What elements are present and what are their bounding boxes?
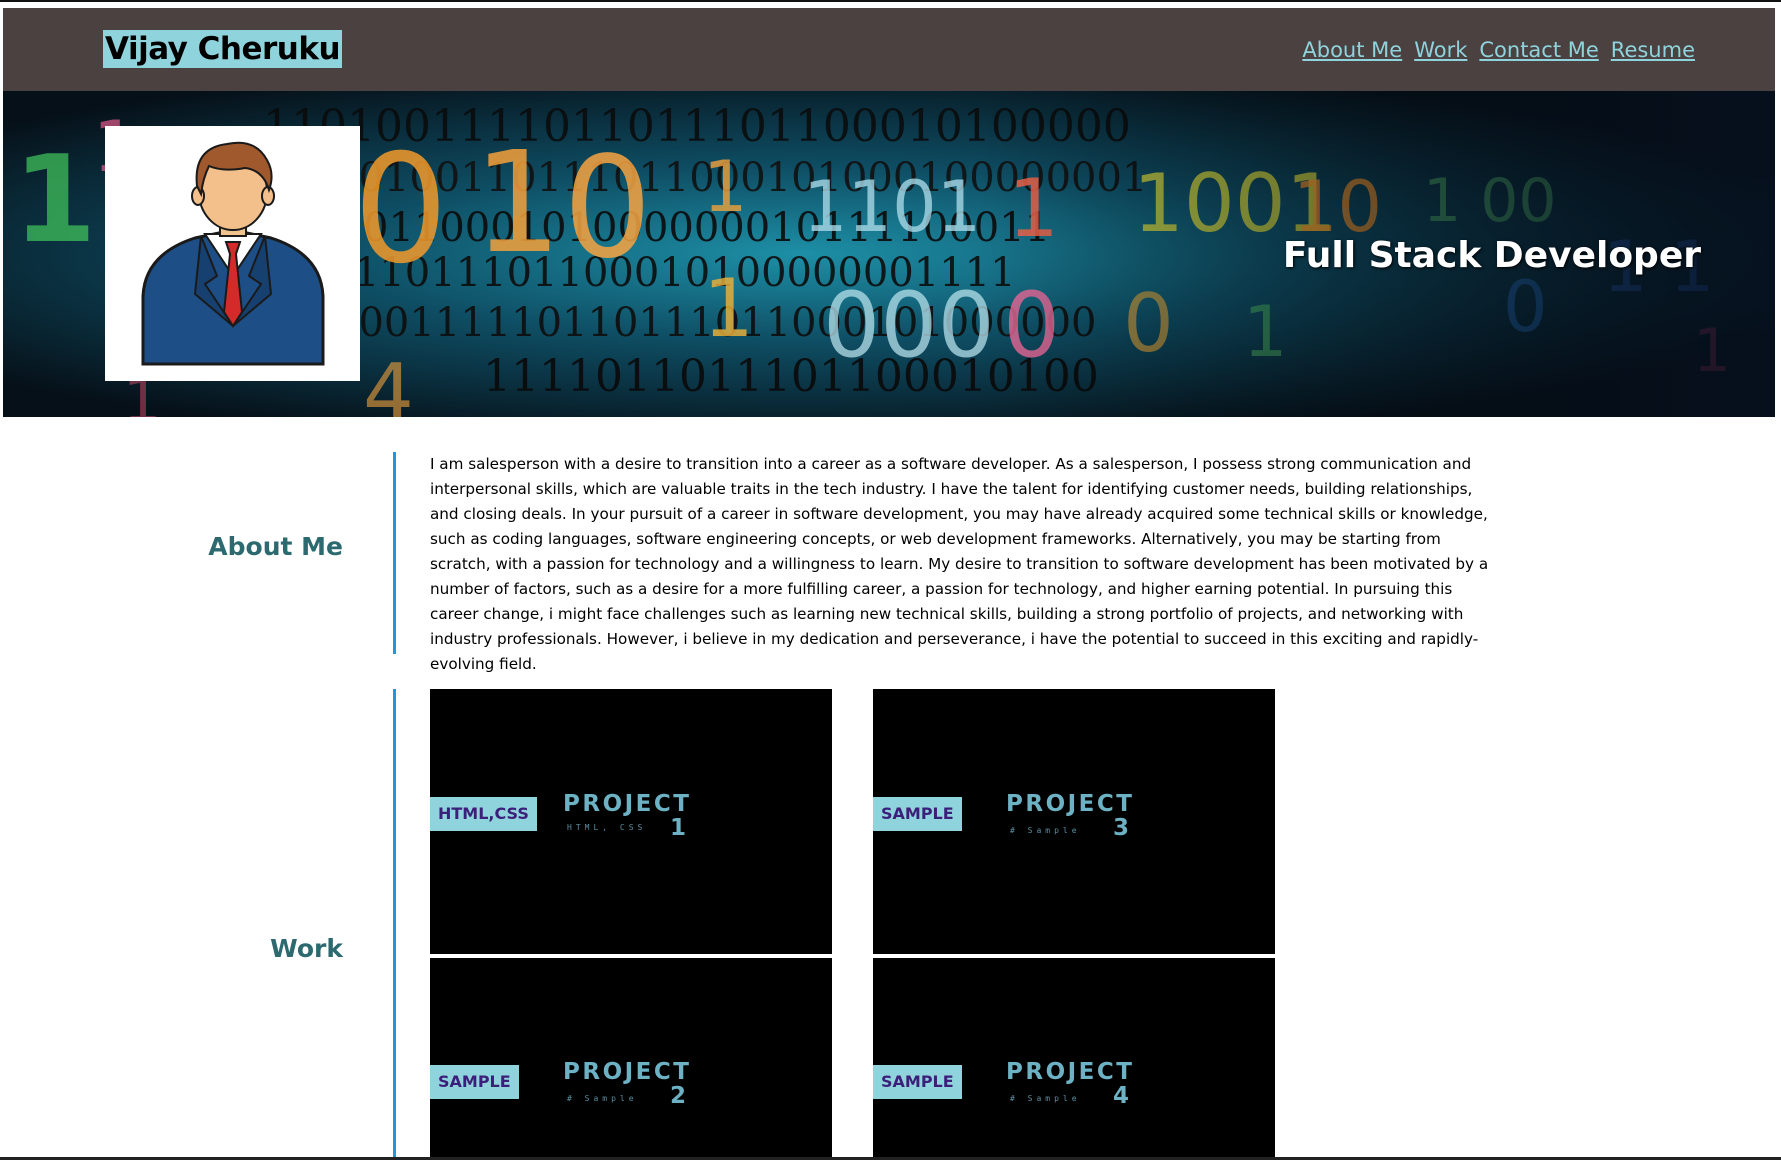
project-tag: HTML,CSS: [430, 797, 537, 831]
project-tag: SAMPLE: [873, 1065, 962, 1099]
project-subtitle: # Sample: [567, 1094, 638, 1103]
project-number: 1: [670, 815, 687, 841]
about-text: I am salesperson with a desire to transi…: [430, 455, 1489, 673]
nav-link-contact-me[interactable]: Contact Me: [1479, 35, 1598, 65]
project-subtitle: # Sample: [1010, 826, 1081, 835]
project-word: PROJECT: [563, 791, 692, 817]
work-divider: [393, 689, 396, 1158]
page: Vijay Cheruku About Me Work Contact Me R…: [3, 8, 1775, 1158]
hero-title: Full Stack Developer: [1282, 235, 1701, 276]
profile-avatar: [105, 126, 360, 381]
project-number: 2: [670, 1083, 687, 1109]
window-top-border: [0, 0, 1781, 2]
about-heading: About Me: [208, 532, 343, 561]
project-subtitle: # Sample: [1010, 1094, 1081, 1103]
project-number: 4: [1113, 1083, 1130, 1109]
project-card-1[interactable]: HTML,CSS PROJECT HTML, CSS 1: [430, 689, 832, 954]
project-word: PROJECT: [563, 1059, 692, 1085]
project-word: PROJECT: [1006, 1059, 1135, 1085]
project-card-4[interactable]: SAMPLE PROJECT # Sample 4: [873, 958, 1275, 1158]
project-tag: SAMPLE: [873, 797, 962, 831]
project-subtitle: HTML, CSS: [567, 823, 647, 832]
site-title[interactable]: Vijay Cheruku: [103, 30, 343, 68]
site-header: Vijay Cheruku About Me Work Contact Me R…: [3, 8, 1775, 91]
hero-banner: 1101001111011011101100010100000 00100110…: [3, 91, 1775, 417]
nav-link-work[interactable]: Work: [1414, 35, 1467, 65]
project-word: PROJECT: [1006, 791, 1135, 817]
nav-link-about-me[interactable]: About Me: [1302, 35, 1402, 65]
businessman-avatar-icon: [141, 141, 325, 366]
project-card-3[interactable]: SAMPLE PROJECT # Sample 3: [873, 689, 1275, 954]
project-number: 3: [1113, 815, 1130, 841]
nav-link-resume[interactable]: Resume: [1611, 35, 1695, 65]
work-heading: Work: [270, 934, 343, 963]
project-tag: SAMPLE: [430, 1065, 519, 1099]
project-card-2[interactable]: SAMPLE PROJECT # Sample 2: [430, 958, 832, 1158]
main-nav: About Me Work Contact Me Resume: [1302, 35, 1695, 65]
about-divider: [393, 452, 396, 654]
